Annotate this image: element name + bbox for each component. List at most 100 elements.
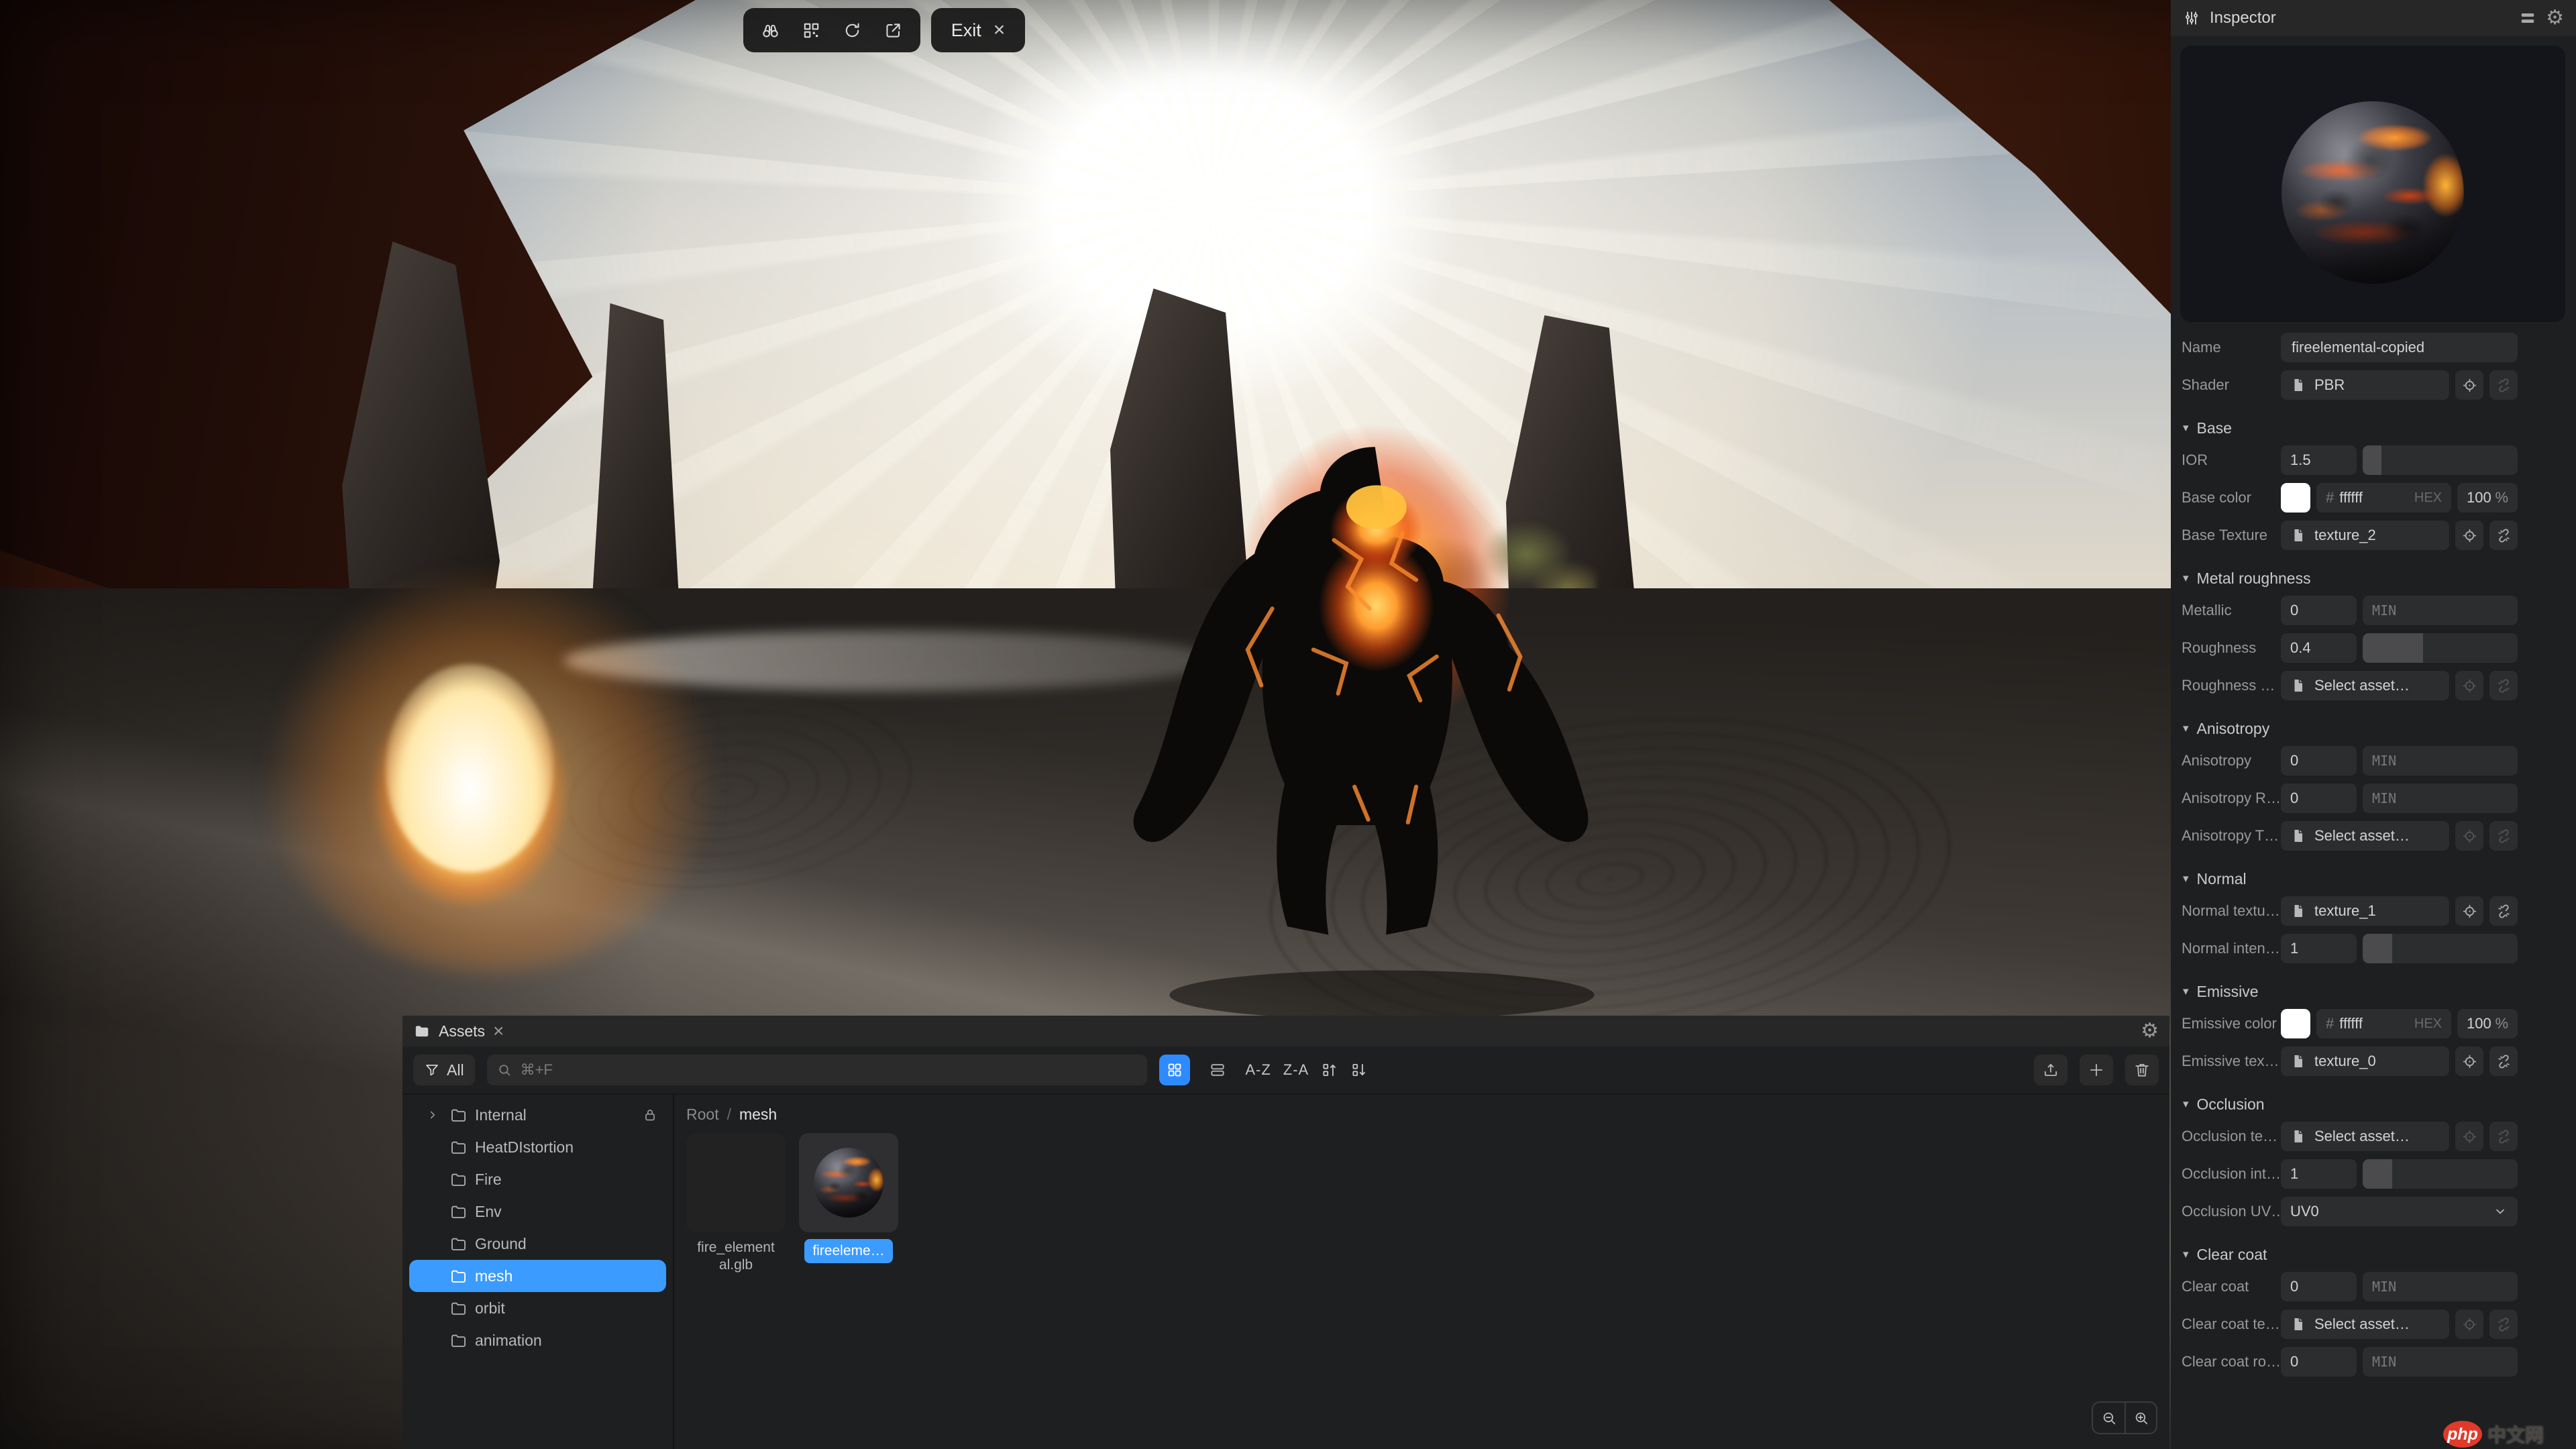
close-icon[interactable]: × <box>994 20 1006 40</box>
number-input[interactable]: 0 <box>2281 596 2357 625</box>
section-normal[interactable]: ▾Normal <box>2183 867 2518 891</box>
qr-code-icon[interactable] <box>802 21 821 40</box>
exit-button[interactable]: Exit × <box>931 8 1025 52</box>
locate-asset-button[interactable] <box>2455 896 2483 926</box>
slider[interactable]: MIN <box>2363 784 2518 813</box>
asset-field[interactable]: Select asset… <box>2281 1122 2449 1151</box>
uv-select[interactable]: UV0 <box>2281 1197 2518 1226</box>
shader-field[interactable]: PBR <box>2281 370 2449 400</box>
asset-item-glb[interactable]: fire_elemental.glb <box>686 1133 786 1275</box>
number-input[interactable]: 0 <box>2281 1347 2357 1377</box>
slider[interactable] <box>2363 1159 2518 1189</box>
unlink-asset-button[interactable] <box>2489 521 2518 550</box>
gear-icon[interactable]: ⚙ <box>2141 1021 2159 1041</box>
locate-asset-button[interactable] <box>2455 1309 2483 1339</box>
folder-mesh-selected[interactable]: mesh <box>409 1260 666 1292</box>
section-emissive[interactable]: ▾Emissive <box>2183 979 2518 1004</box>
breadcrumb-root[interactable]: Root <box>686 1106 719 1124</box>
material-name-field[interactable] <box>2281 333 2518 362</box>
folder-fire[interactable]: Fire <box>409 1163 666 1195</box>
refresh-icon[interactable] <box>843 21 862 40</box>
filter-button[interactable]: All <box>413 1055 475 1085</box>
asset-field[interactable]: Select asset… <box>2281 671 2449 700</box>
section-metal-roughness[interactable]: ▾Metal roughness <box>2183 566 2518 590</box>
scene-viewport[interactable]: Exit × <box>0 0 1767 1014</box>
locate-asset-button[interactable] <box>2455 370 2483 400</box>
grid-view-button[interactable] <box>1159 1055 1190 1085</box>
asset-field[interactable]: Select asset… <box>2281 1309 2449 1339</box>
color-swatch[interactable] <box>2281 483 2310 513</box>
asset-field[interactable]: texture_1 <box>2281 896 2449 926</box>
assets-search-input[interactable] <box>519 1061 1138 1079</box>
gear-icon[interactable]: ⚙ <box>2546 8 2564 28</box>
upload-asset-button[interactable] <box>2034 1055 2068 1085</box>
hex-input[interactable]: #ffffffHEX <box>2316 1009 2451 1038</box>
sort-descending-icon[interactable] <box>1350 1061 1368 1079</box>
asset-field[interactable]: texture_0 <box>2281 1046 2449 1076</box>
number-input[interactable]: 0 <box>2281 1272 2357 1301</box>
folder-env[interactable]: Env <box>409 1195 666 1228</box>
sort-ascending-icon[interactable] <box>1321 1061 1338 1079</box>
number-input[interactable]: 0 <box>2281 784 2357 813</box>
zoom-in-button[interactable] <box>2125 1403 2156 1433</box>
assets-search[interactable] <box>487 1055 1148 1085</box>
section-anisotropy[interactable]: ▾Anisotropy <box>2183 716 2518 741</box>
locate-asset-button[interactable] <box>2455 671 2483 700</box>
tab-assets[interactable]: Assets × <box>413 1022 504 1040</box>
asset-field[interactable]: texture_2 <box>2281 521 2449 550</box>
asset-thumbnail[interactable] <box>799 1133 898 1232</box>
folder-ground[interactable]: Ground <box>409 1228 666 1260</box>
folder-heatdistortion[interactable]: HeatDIstortion <box>409 1131 666 1163</box>
folder-orbit[interactable]: orbit <box>409 1292 666 1324</box>
locate-asset-button[interactable] <box>2455 1122 2483 1151</box>
zoom-out-button[interactable] <box>2093 1403 2125 1433</box>
binoculars-icon[interactable] <box>761 21 780 40</box>
close-tab-icon[interactable]: × <box>493 1022 504 1040</box>
slider[interactable]: MIN <box>2363 596 2518 625</box>
folder-internal[interactable]: Internal <box>409 1099 666 1131</box>
slider[interactable] <box>2363 633 2518 663</box>
number-input[interactable]: 1.5 <box>2281 445 2357 475</box>
section-base[interactable]: ▾Base <box>2183 416 2518 440</box>
unlink-asset-button[interactable] <box>2489 1309 2518 1339</box>
unlink-asset-button[interactable] <box>2489 671 2518 700</box>
unlink-asset-button[interactable] <box>2489 1046 2518 1076</box>
unlink-asset-button[interactable] <box>2489 821 2518 851</box>
asset-item-material-selected[interactable]: fireeleme… <box>799 1133 898 1275</box>
folder-animation[interactable]: animation <box>409 1324 666 1356</box>
number-input[interactable]: 0.4 <box>2281 633 2357 663</box>
asset-grid: Root / mesh fire_elemental.glb fireeleme… <box>674 1095 2169 1449</box>
sort-az-button[interactable]: A-Z <box>1245 1061 1271 1079</box>
locate-asset-button[interactable] <box>2455 1046 2483 1076</box>
opacity-input[interactable]: 100% <box>2457 483 2518 513</box>
color-swatch[interactable] <box>2281 1009 2310 1038</box>
open-external-icon[interactable] <box>883 21 903 40</box>
section-occlusion[interactable]: ▾Occlusion <box>2183 1092 2518 1116</box>
unlink-asset-button[interactable] <box>2489 370 2518 400</box>
unlink-asset-button[interactable] <box>2489 896 2518 926</box>
locate-asset-button[interactable] <box>2455 521 2483 550</box>
asset-field[interactable]: Select asset… <box>2281 821 2449 851</box>
slider[interactable]: MIN <box>2363 746 2518 775</box>
chevron-right-icon[interactable] <box>424 1106 441 1124</box>
stack-icon[interactable] <box>2519 9 2536 27</box>
list-view-button[interactable] <box>1202 1055 1233 1085</box>
number-input[interactable]: 1 <box>2281 934 2357 963</box>
folder-icon <box>448 1298 468 1318</box>
number-input[interactable]: 1 <box>2281 1159 2357 1189</box>
add-asset-button[interactable] <box>2080 1055 2113 1085</box>
slider[interactable] <box>2363 445 2518 475</box>
number-input[interactable]: 0 <box>2281 746 2357 775</box>
opacity-input[interactable]: 100% <box>2457 1009 2518 1038</box>
material-preview[interactable] <box>2180 46 2565 322</box>
locate-asset-button[interactable] <box>2455 821 2483 851</box>
slider[interactable]: MIN <box>2363 1347 2518 1377</box>
delete-asset-button[interactable] <box>2125 1055 2159 1085</box>
sort-za-button[interactable]: Z-A <box>1283 1061 1309 1079</box>
slider[interactable] <box>2363 934 2518 963</box>
hex-input[interactable]: #ffffffHEX <box>2316 483 2451 513</box>
slider[interactable]: MIN <box>2363 1272 2518 1301</box>
unlink-asset-button[interactable] <box>2489 1122 2518 1151</box>
asset-thumbnail[interactable] <box>686 1133 786 1232</box>
section-clear-coat[interactable]: ▾Clear coat <box>2183 1242 2518 1267</box>
